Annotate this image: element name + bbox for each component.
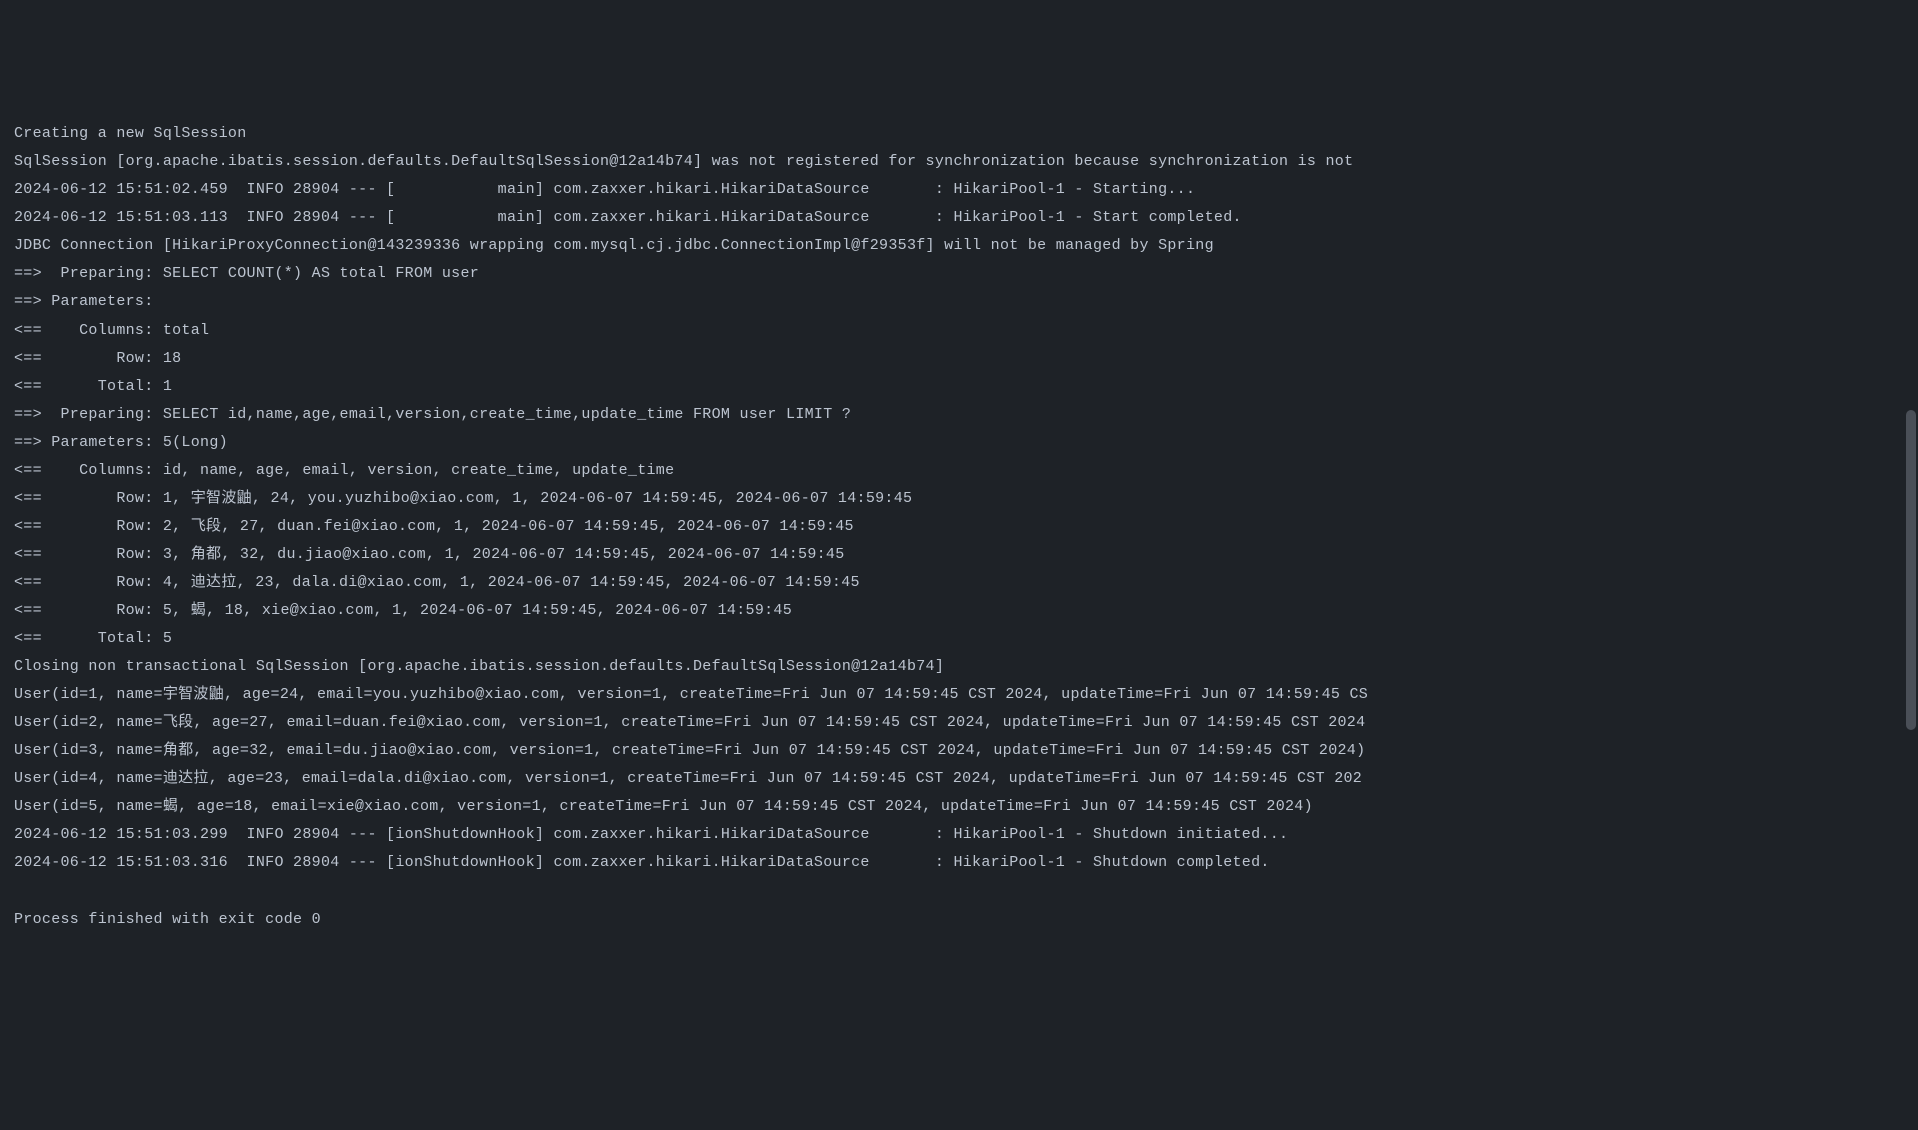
console-output[interactable]: Creating a new SqlSession SqlSession [or… <box>14 120 1918 933</box>
log-line: <== Row: 5, 蝎, 18, xie@xiao.com, 1, 2024… <box>14 602 792 619</box>
log-line: 2024-06-12 15:51:02.459 INFO 28904 --- [… <box>14 181 1195 198</box>
log-line: ==> Parameters: <box>14 293 163 310</box>
log-line: 2024-06-12 15:51:03.316 INFO 28904 --- [… <box>14 854 1270 871</box>
log-line: ==> Parameters: 5(Long) <box>14 434 228 451</box>
log-line: <== Columns: id, name, age, email, versi… <box>14 462 674 479</box>
scrollbar-track[interactable] <box>1906 0 1916 1048</box>
log-line: User(id=4, name=迪达拉, age=23, email=dala.… <box>14 770 1362 787</box>
log-line: User(id=3, name=角都, age=32, email=du.jia… <box>14 742 1365 759</box>
log-line: <== Columns: total <box>14 322 209 339</box>
log-line: ==> Preparing: SELECT id,name,age,email,… <box>14 406 851 423</box>
log-line: User(id=1, name=宇智波鼬, age=24, email=you.… <box>14 686 1368 703</box>
log-line: <== Total: 1 <box>14 378 172 395</box>
log-line: ==> Preparing: SELECT COUNT(*) AS total … <box>14 265 479 282</box>
log-line: <== Total: 5 <box>14 630 172 647</box>
log-line: 2024-06-12 15:51:03.113 INFO 28904 --- [… <box>14 209 1242 226</box>
log-line: 2024-06-12 15:51:03.299 INFO 28904 --- [… <box>14 826 1288 843</box>
log-line: <== Row: 4, 迪达拉, 23, dala.di@xiao.com, 1… <box>14 574 860 591</box>
log-line: User(id=2, name=飞段, age=27, email=duan.f… <box>14 714 1365 731</box>
scrollbar-thumb[interactable] <box>1906 410 1916 730</box>
log-line: JDBC Connection [HikariProxyConnection@1… <box>14 237 1214 254</box>
log-line: SqlSession [org.apache.ibatis.session.de… <box>14 153 1353 170</box>
log-line: <== Row: 2, 飞段, 27, duan.fei@xiao.com, 1… <box>14 518 854 535</box>
log-line: Closing non transactional SqlSession [or… <box>14 658 944 675</box>
log-line: Process finished with exit code 0 <box>14 911 321 928</box>
log-line: Creating a new SqlSession <box>14 125 247 142</box>
log-line: User(id=5, name=蝎, age=18, email=xie@xia… <box>14 798 1313 815</box>
log-line: <== Row: 18 <box>14 350 181 367</box>
log-line: <== Row: 3, 角都, 32, du.jiao@xiao.com, 1,… <box>14 546 845 563</box>
log-line: <== Row: 1, 宇智波鼬, 24, you.yuzhibo@xiao.c… <box>14 490 912 507</box>
